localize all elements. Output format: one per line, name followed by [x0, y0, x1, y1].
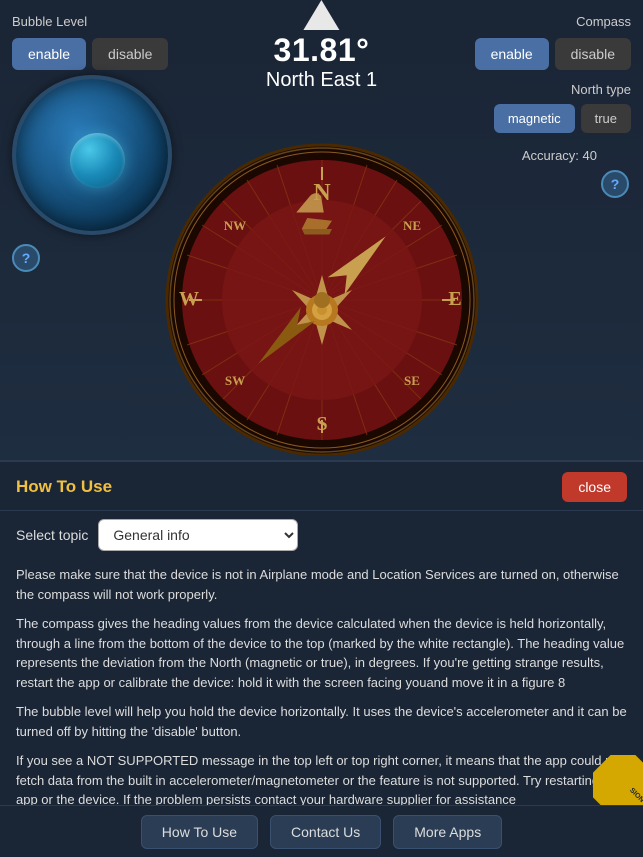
paragraph-3: The bubble level will help you hold the … [16, 702, 627, 741]
north-type-label: North type [571, 82, 631, 97]
bubble-enable-button[interactable]: enable [12, 38, 86, 70]
bubble-indicator [70, 133, 125, 188]
true-button[interactable]: true [581, 104, 631, 133]
compass-image: N S E W NE NW SE SW [132, 120, 512, 460]
bubble-help-icon[interactable]: ? [12, 244, 40, 272]
accuracy-text: Accuracy: 40 [522, 148, 597, 163]
svg-text:NW: NW [223, 218, 245, 233]
svg-text:S: S [316, 413, 327, 435]
compass-svg: N S E W NE NW SE SW [147, 125, 497, 455]
topic-row: Select topic General info [0, 511, 643, 559]
paragraph-2: The compass gives the heading values fro… [16, 614, 627, 692]
content-area: Please make sure that the device is not … [0, 559, 643, 824]
corner-badge: SION [593, 755, 643, 805]
close-button[interactable]: close [562, 472, 627, 502]
svg-text:SE: SE [404, 373, 420, 388]
how-to-use-title: How To Use [16, 477, 112, 497]
bottom-panel: How To Use close Select topic General in… [0, 460, 643, 857]
compass-disable-button[interactable]: disable [555, 38, 631, 70]
heading-display: 31.81° North East 1 [266, 0, 377, 92]
bubble-disable-button[interactable]: disable [92, 38, 168, 70]
compass-buttons: enable disable [475, 38, 631, 70]
footer-nav: How To Use Contact Us More Apps [0, 805, 643, 857]
north-arrow-icon [303, 0, 339, 30]
more-apps-button[interactable]: More Apps [393, 815, 502, 849]
north-type-buttons: magnetic true [494, 104, 631, 133]
svg-text:SW: SW [224, 373, 244, 388]
topic-select[interactable]: General info [98, 519, 298, 551]
bubble-buttons: enable disable [12, 38, 168, 70]
how-to-use-footer-button[interactable]: How To Use [141, 815, 258, 849]
bubble-level-label: Bubble Level [12, 14, 87, 29]
select-topic-label: Select topic [16, 527, 88, 543]
contact-us-button[interactable]: Contact Us [270, 815, 381, 849]
compass-label: Compass [576, 14, 631, 29]
heading-direction: North East 1 [266, 69, 377, 92]
compass-enable-button[interactable]: enable [475, 38, 549, 70]
paragraph-1: Please make sure that the device is not … [16, 565, 627, 604]
svg-text:NE: NE [402, 218, 420, 233]
svg-text:E: E [448, 288, 461, 310]
paragraph-4: If you see a NOT SUPPORTED message in th… [16, 751, 627, 810]
how-to-use-header: How To Use close [0, 462, 643, 511]
svg-text:W: W [179, 288, 199, 310]
top-section: Bubble Level enable disable ? 31.81° Nor… [0, 0, 643, 460]
heading-value: 31.81° [266, 32, 377, 69]
compass-help-icon[interactable]: ? [601, 170, 629, 198]
